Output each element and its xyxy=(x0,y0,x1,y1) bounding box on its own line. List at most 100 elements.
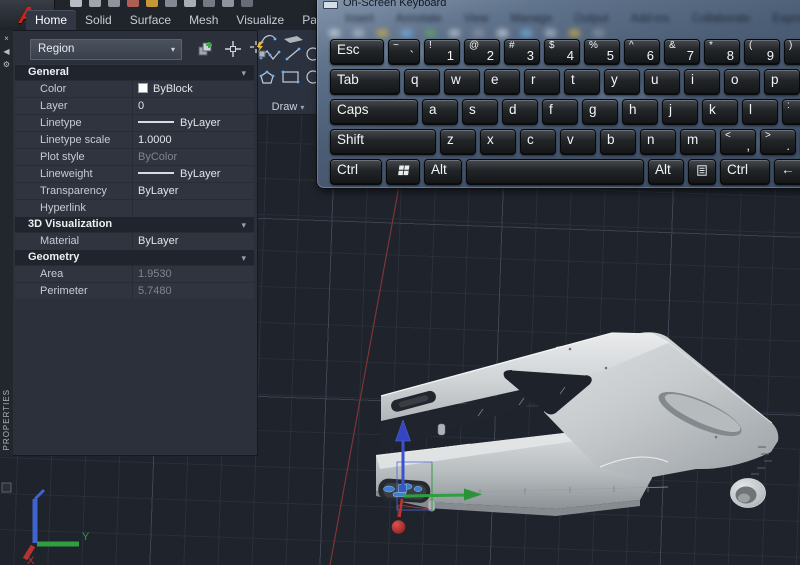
key-blank[interactable]: <, xyxy=(720,129,756,155)
key-n[interactable]: n xyxy=(640,129,676,155)
key-c[interactable]: c xyxy=(520,129,556,155)
key-g[interactable]: g xyxy=(582,99,618,125)
qat-icon[interactable] xyxy=(184,0,196,7)
key-tab[interactable]: Tab xyxy=(330,69,400,95)
prop-value[interactable]: 0 xyxy=(132,98,254,114)
qat-icon[interactable] xyxy=(127,0,139,7)
key-5[interactable]: % 5 xyxy=(584,39,620,65)
tab-mesh[interactable]: Mesh xyxy=(180,10,227,30)
key-v[interactable]: v xyxy=(560,129,596,155)
prop-value[interactable]: ByBlock xyxy=(132,81,254,97)
qat-icon[interactable] xyxy=(108,0,120,7)
draw-tool-icons[interactable] xyxy=(258,30,320,92)
prop-value[interactable]: ByLayer xyxy=(132,183,254,199)
key-m[interactable]: m xyxy=(680,129,716,155)
key-ctrl[interactable]: Ctrl xyxy=(330,159,382,185)
qat-icon[interactable] xyxy=(222,0,234,7)
on-screen-keyboard-window[interactable]: On-Screen Keyboard Insert Annotate View Man… xyxy=(316,0,800,189)
qat-icon[interactable] xyxy=(70,0,82,7)
key-w[interactable]: w xyxy=(444,69,480,95)
tab-home[interactable]: Home xyxy=(26,10,77,30)
key-label: 8 xyxy=(726,48,734,63)
prop-value[interactable]: 5.7480 xyxy=(132,283,254,299)
key-k[interactable]: k xyxy=(702,99,738,125)
key-blank[interactable]: ~ ` xyxy=(388,39,420,65)
key-2[interactable]: @2 xyxy=(464,39,500,65)
key-win[interactable] xyxy=(386,159,420,185)
key-alt[interactable]: Alt xyxy=(648,159,684,185)
key-b[interactable]: b xyxy=(600,129,636,155)
tab-visualize[interactable]: Visualize xyxy=(227,10,293,30)
key-esc[interactable]: Esc xyxy=(330,39,384,65)
qat-icon[interactable] xyxy=(203,0,215,7)
key-a[interactable]: a xyxy=(422,99,458,125)
key-shift[interactable]: Shift xyxy=(330,129,436,155)
quick-select-icon[interactable] xyxy=(249,40,267,58)
tab-surface[interactable]: Surface xyxy=(121,10,180,30)
key-u[interactable]: u xyxy=(644,69,680,95)
close-icon[interactable]: × xyxy=(0,34,13,43)
key-label: a xyxy=(429,102,437,117)
key-d[interactable]: d xyxy=(502,99,538,125)
3d-model-swingarm[interactable] xyxy=(375,332,779,516)
prop-value[interactable]: 1.0000 xyxy=(132,132,254,148)
qat-icon[interactable] xyxy=(165,0,177,7)
prop-value[interactable]: ByLayer xyxy=(132,115,254,131)
key-blank[interactable]: >. xyxy=(760,129,796,155)
section-header-geometry[interactable]: Geometry ▾ xyxy=(15,249,254,265)
key-r[interactable]: r xyxy=(524,69,560,95)
key-o[interactable]: o xyxy=(724,69,760,95)
osk-titlebar[interactable]: On-Screen Keyboard xyxy=(317,0,800,10)
key-f[interactable]: f xyxy=(542,99,578,125)
key-alt[interactable]: Alt xyxy=(424,159,462,185)
quick-access-toolbar[interactable] xyxy=(70,0,320,8)
key-i[interactable]: i xyxy=(684,69,720,95)
section-header-3d-visualization[interactable]: 3D Visualization ▾ xyxy=(15,216,254,232)
prop-value[interactable]: 1.9530 xyxy=(132,266,254,282)
qat-icon[interactable] xyxy=(89,0,101,7)
key-caps[interactable]: Caps xyxy=(330,99,418,125)
prop-value[interactable]: ByLayer xyxy=(132,166,254,182)
draw-panel-label[interactable]: Draw xyxy=(272,101,298,113)
prop-value[interactable]: ByColor xyxy=(132,149,254,165)
key-7[interactable]: & 7 xyxy=(664,39,700,65)
properties-gear-icon[interactable]: ⚙ xyxy=(0,60,13,69)
prop-value[interactable] xyxy=(132,200,254,216)
linetype-preview xyxy=(138,121,174,123)
viewport-widget-icon[interactable] xyxy=(1,482,12,493)
key-label: y xyxy=(611,72,618,87)
key-t[interactable]: t xyxy=(564,69,600,95)
key-6[interactable]: ^ 6 xyxy=(624,39,660,65)
key-1[interactable]: ! 1 xyxy=(424,39,460,65)
key-ctrl[interactable]: Ctrl xyxy=(720,159,770,185)
key-l[interactable]: l xyxy=(742,99,778,125)
key-j[interactable]: j xyxy=(662,99,698,125)
toggle-pickadd-icon[interactable] xyxy=(197,40,215,58)
key-0[interactable]: )0 xyxy=(784,39,800,65)
key-menu[interactable] xyxy=(688,159,716,185)
key-x[interactable]: x xyxy=(480,129,516,155)
key-p[interactable]: p xyxy=(764,69,800,95)
key-left-arrow[interactable]: ← xyxy=(774,159,800,185)
key-3[interactable]: #3 xyxy=(504,39,540,65)
object-type-dropdown[interactable]: Region ▾ xyxy=(30,39,182,60)
key-blank[interactable]: :; xyxy=(782,99,800,125)
prop-value[interactable]: ByLayer xyxy=(132,233,254,249)
qat-icon[interactable] xyxy=(146,0,158,7)
autohide-icon[interactable]: ◀ xyxy=(0,47,13,56)
key-9[interactable]: (9 xyxy=(744,39,780,65)
key-4[interactable]: $4 xyxy=(544,39,580,65)
key-y[interactable]: y xyxy=(604,69,640,95)
key-e[interactable]: e xyxy=(484,69,520,95)
key-q[interactable]: q xyxy=(404,69,440,95)
select-objects-icon[interactable] xyxy=(224,40,242,58)
qat-icon[interactable] xyxy=(241,0,253,7)
key-8[interactable]: * 8 xyxy=(704,39,740,65)
key-s[interactable]: s xyxy=(462,99,498,125)
key-h[interactable]: h xyxy=(622,99,658,125)
key-z[interactable]: z xyxy=(440,129,476,155)
palette-titlebar[interactable]: × ◀ ⚙ PROPERTIES xyxy=(0,30,14,456)
key-space[interactable] xyxy=(466,159,644,185)
tab-solid[interactable]: Solid xyxy=(76,10,121,30)
section-header-general[interactable]: General ▾ xyxy=(15,64,254,80)
